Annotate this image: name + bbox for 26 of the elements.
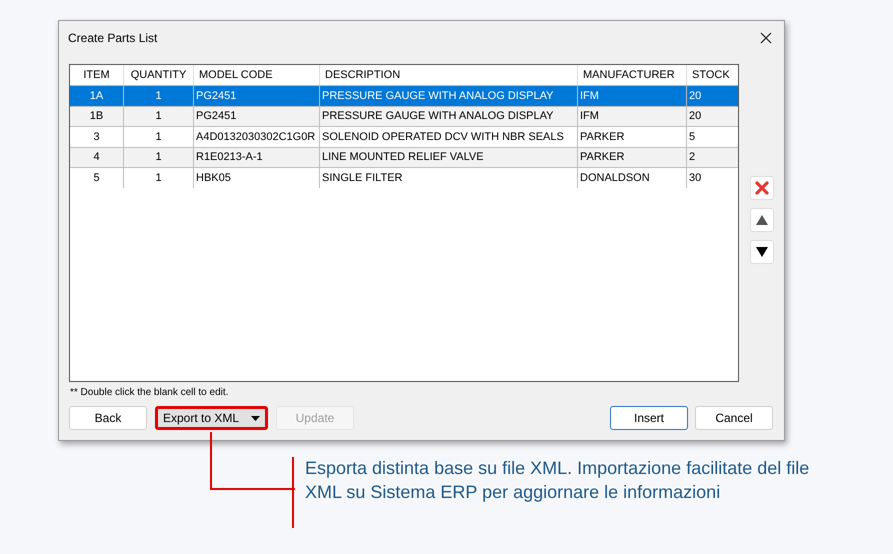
table-cell: 5	[70, 168, 124, 188]
table-cell: 1	[124, 168, 194, 188]
dialog-button[interactable]: Back	[69, 406, 147, 430]
delete-button[interactable]	[750, 176, 774, 200]
hint-text: ** Double click the blank cell to edit.	[69, 386, 230, 400]
table-cell: DONALDSON	[578, 168, 687, 188]
table-cell: SINGLE FILTER	[320, 168, 578, 188]
callout-text: Esporta distinta base su file XML. Importazione facilitate del file XML su Sistema ERP per aggiornare le informazioni	[305, 457, 810, 504]
table-cell: 30	[687, 168, 738, 188]
delete-icon	[754, 180, 770, 196]
up-triangle-icon	[755, 214, 769, 226]
table-row[interactable]: 4 1 R1E0213-A-1 LINE MOUNTED RELIEF VALVE PARKER 2	[70, 146, 738, 168]
move-down-button[interactable]	[750, 240, 774, 264]
down-triangle-icon	[755, 246, 769, 258]
close-icon[interactable]	[760, 32, 772, 44]
table-row[interactable]: 1B 1 PG2451 PRESSURE GAUGE WITH ANALOG DISPLAY IFM 20	[70, 106, 738, 126]
table-row[interactable]: 3 1 A4D0132030302C1G0R SOLENOID OPERATED DCV WITH NBR SEALS PARKER 5	[70, 126, 738, 147]
table-row[interactable]: 1A 1 PG2451 PRESSURE GAUGE WITH ANALOG DISPLAY IFM 20	[70, 85, 738, 106]
dialog-button[interactable]: Cancel	[695, 406, 773, 430]
window-title: Create Parts List	[68, 30, 158, 46]
move-up-button[interactable]	[750, 208, 774, 232]
table-cell: HBK05	[194, 168, 320, 188]
dialog-button[interactable]: Insert	[610, 406, 688, 430]
caret-icon	[251, 416, 260, 420]
table-row[interactable]: 5 1 HBK05 SINGLE FILTER DONALDSON 30	[70, 167, 738, 188]
dropdown-button[interactable]: Export to XML	[155, 406, 268, 430]
